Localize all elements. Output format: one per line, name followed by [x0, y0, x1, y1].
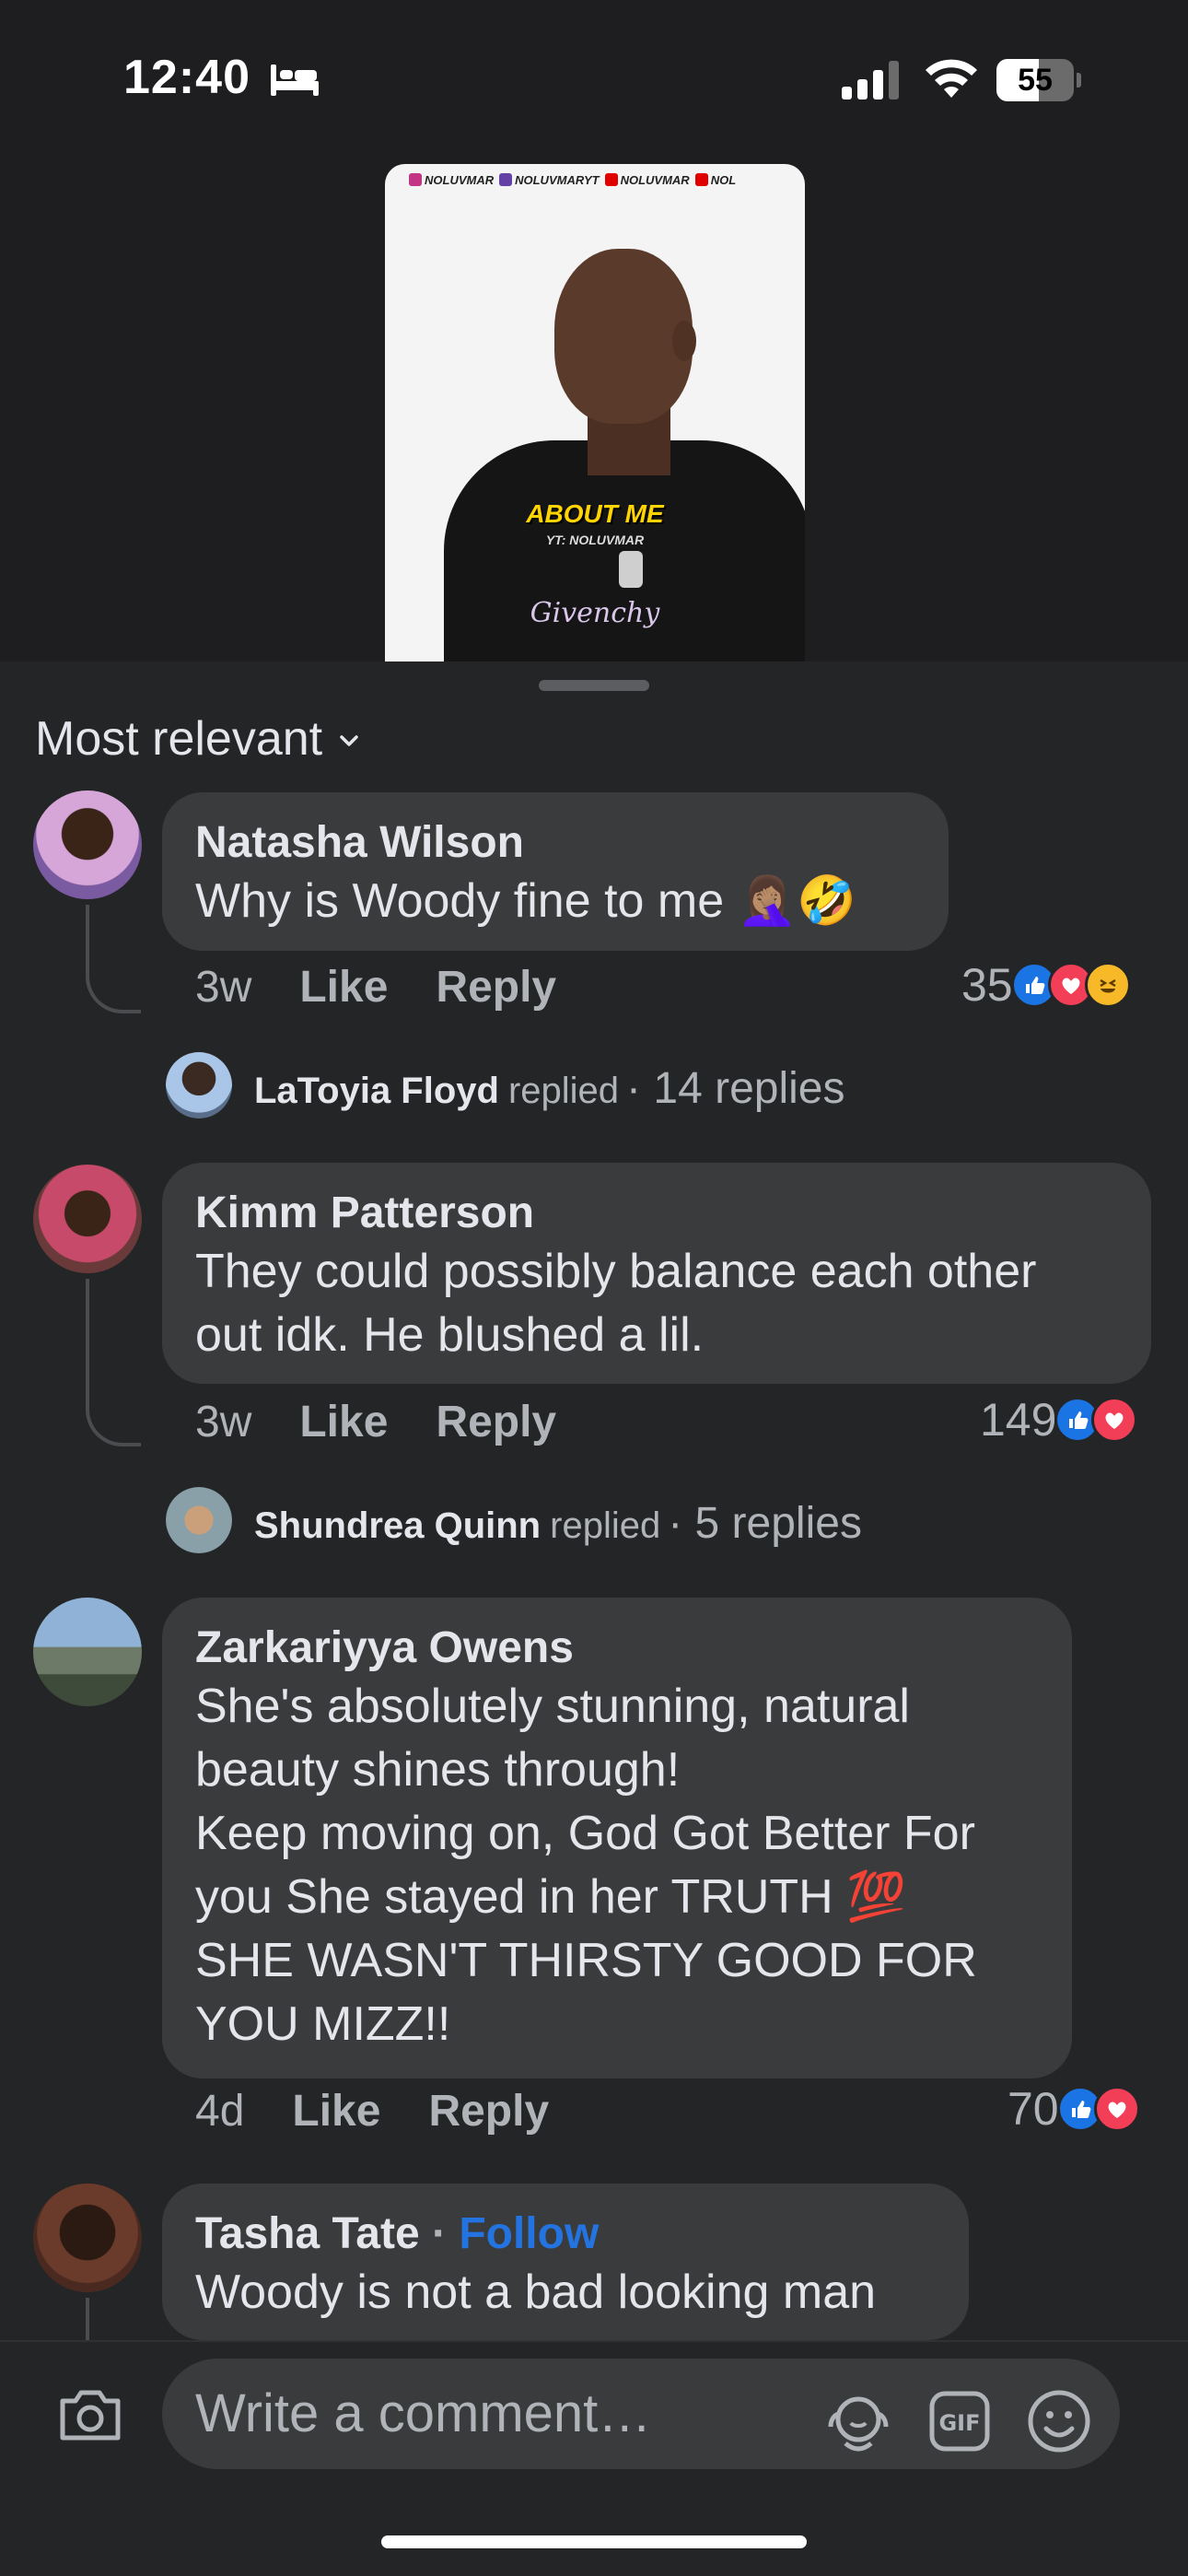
reply-count: · 5 replies	[668, 1499, 862, 1548]
video-subtitle: YT: NOLUVMAR	[545, 533, 645, 547]
svg-text:GIF: GIF	[938, 2410, 980, 2436]
battery-percent: 55	[1018, 63, 1053, 98]
comment-text: They could possibly balance each other o…	[195, 1245, 1050, 1362]
wifi-icon	[926, 59, 977, 98]
comments-sheet[interactable]: Most relevant Natasha Wilson Why is Wood…	[0, 662, 1188, 2576]
status-time: 12:40	[123, 51, 250, 104]
sort-label: Most relevant	[35, 712, 323, 766]
comment-time: 4d	[195, 2087, 245, 2136]
battery-icon: 55	[996, 59, 1081, 101]
reaction-count: 70	[1007, 2083, 1059, 2135]
avatar-sticker-icon[interactable]	[825, 2392, 891, 2454]
comment-placeholder: Write a comment…	[195, 2383, 652, 2443]
thread-line	[86, 905, 141, 1013]
camera-icon[interactable]	[57, 2384, 123, 2445]
reaction-summary[interactable]: 70	[1007, 2082, 1140, 2136]
comment-text: She's absolutely stunning, natural beaut…	[195, 1680, 977, 2051]
sheet-grabber[interactable]	[539, 680, 649, 691]
sort-dropdown[interactable]: Most relevant	[35, 711, 361, 767]
avatar[interactable]	[33, 790, 142, 899]
haha-reaction-icon	[1084, 962, 1131, 1008]
avatar[interactable]	[33, 1598, 142, 1706]
reply-button[interactable]: Reply	[436, 962, 556, 1013]
thread-line	[86, 1279, 141, 1446]
reaction-count: 35	[961, 959, 1013, 1011]
love-reaction-icon	[1091, 1397, 1138, 1443]
bed-icon	[271, 64, 319, 96]
chevron-down-icon	[340, 735, 358, 746]
handle-youtube-2: NOL	[694, 173, 736, 187]
pendant	[619, 551, 643, 588]
view-replies-link[interactable]: LaToyia Floyd replied · 14 replies	[254, 1063, 845, 1114]
comment-text: Why is Woody fine to me 🤦🏽‍♀️🤣	[195, 874, 857, 928]
video-area[interactable]: NOLUVMAR NOLUVMARYT NOLUVMAR NOL ABOUT M…	[0, 157, 1188, 662]
comment-author[interactable]: Tasha Tate	[195, 2209, 420, 2258]
comment-author[interactable]: Natasha Wilson	[195, 816, 914, 870]
love-reaction-icon	[1093, 2086, 1140, 2132]
replied-by-name: LaToyia Floyd	[254, 1071, 499, 1111]
comment-bubble[interactable]: Tasha Tate · Follow Woody is not a bad l…	[162, 2184, 969, 2340]
video-thumbnail[interactable]: NOLUVMAR NOLUVMARYT NOLUVMAR NOL ABOUT M…	[385, 164, 805, 662]
comment-bubble[interactable]: Kimm Patterson They could possibly balan…	[162, 1163, 1151, 1384]
like-button[interactable]: Like	[292, 2086, 380, 2137]
comment-time: 3w	[195, 963, 252, 1012]
like-button[interactable]: Like	[299, 1397, 388, 1447]
status-bar: 12:40 55	[0, 0, 1188, 157]
comment-bubble[interactable]: Zarkariyya Owens She's absolutely stunni…	[162, 1598, 1072, 2078]
signal-icon	[842, 61, 899, 100]
replied-by-name: Shundrea Quinn	[254, 1505, 542, 1546]
comment-text: Woody is not a bad looking man	[195, 2266, 877, 2319]
avatar[interactable]	[166, 1052, 232, 1118]
handle-instagram: NOLUVMAR	[409, 173, 494, 187]
home-indicator[interactable]	[381, 2535, 807, 2548]
handle-twitch: NOLUVMARYT	[499, 173, 600, 187]
comment-actions: 3w Like Reply	[195, 962, 604, 1013]
comment-actions: 4d Like Reply	[195, 2086, 597, 2137]
comment-bubble[interactable]: Natasha Wilson Why is Woody fine to me 🤦…	[162, 792, 949, 951]
comment-time: 3w	[195, 1398, 252, 1446]
reaction-summary[interactable]: 149	[980, 1393, 1138, 1446]
comment-actions: 3w Like Reply	[195, 1397, 604, 1447]
view-replies-link[interactable]: Shundrea Quinn replied · 5 replies	[254, 1498, 862, 1549]
reply-button[interactable]: Reply	[436, 1397, 556, 1447]
avatar[interactable]	[33, 1165, 142, 1273]
comment-author[interactable]: Kimm Patterson	[195, 1187, 1116, 1240]
gif-icon[interactable]: GIF	[928, 2390, 991, 2453]
thread-line	[86, 2298, 89, 2340]
avatar[interactable]	[166, 1487, 232, 1553]
social-handles: NOLUVMAR NOLUVMARYT NOLUVMAR NOL	[385, 170, 805, 190]
replied-verb: replied	[507, 1071, 620, 1111]
emoji-icon[interactable]	[1026, 2388, 1092, 2454]
replied-verb: replied	[550, 1505, 661, 1546]
reaction-summary[interactable]: 35	[961, 958, 1131, 1012]
comment-author[interactable]: Zarkariyya Owens	[195, 1622, 1037, 1675]
like-button[interactable]: Like	[299, 962, 388, 1013]
video-title: ABOUT ME	[526, 499, 664, 528]
person-ear	[672, 321, 696, 361]
reply-count: · 14 replies	[626, 1064, 845, 1113]
reaction-count: 149	[980, 1394, 1057, 1446]
follow-separator: ·	[431, 2209, 447, 2258]
follow-button[interactable]: Follow	[459, 2209, 599, 2258]
avatar[interactable]	[33, 2184, 142, 2292]
comment-header: Tasha Tate · Follow	[195, 2207, 934, 2261]
reply-button[interactable]: Reply	[428, 2086, 549, 2137]
handle-youtube: NOLUVMAR	[604, 173, 690, 187]
shirt-logo: Givenchy	[530, 597, 660, 629]
